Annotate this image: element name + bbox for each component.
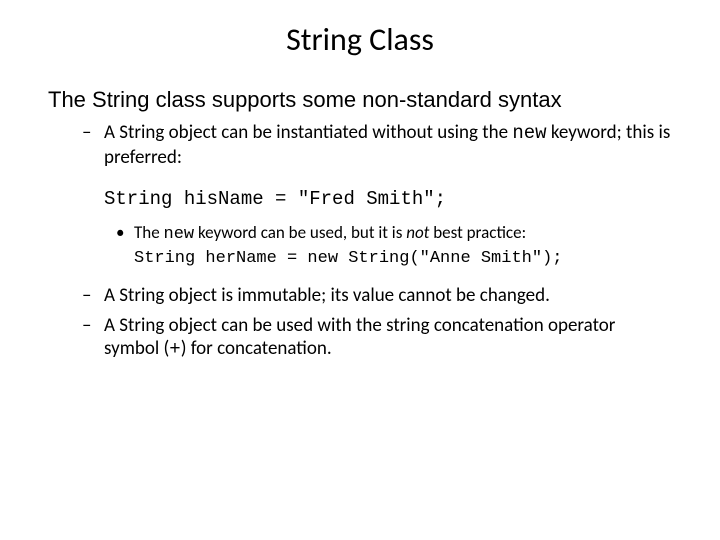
list-item: A String object can be used with the str… [104,314,672,363]
plus-operator: + [169,338,180,360]
list-item: A String object can be instantiated with… [104,121,672,269]
sub-list: The new keyword can be used, but it is n… [104,222,672,270]
text: best practice: [429,222,526,243]
slide-title: String Class [48,20,672,59]
intro-text: The String class supports some non-stand… [48,87,672,113]
keyword-new: new [512,122,546,144]
code-line: String herName = new String("Anne Smith"… [134,248,672,270]
text: keyword can be used, but it is [194,222,406,243]
keyword-new: new [164,225,195,244]
text: The [134,222,164,243]
list-item: A String object is immutable; its value … [104,284,672,308]
code-line: String hisName = "Fred Smith"; [104,188,672,212]
text: ) for concatenation. [181,337,332,360]
emphasis-not: not [406,222,429,243]
list-item: The new keyword can be used, but it is n… [134,222,672,270]
bullet-list: A String object can be instantiated with… [48,121,672,362]
intro-line: The String class supports some non-stand… [48,87,562,112]
text: A String object can be instantiated with… [104,121,512,144]
text: A String object is immutable; its value … [104,284,550,307]
